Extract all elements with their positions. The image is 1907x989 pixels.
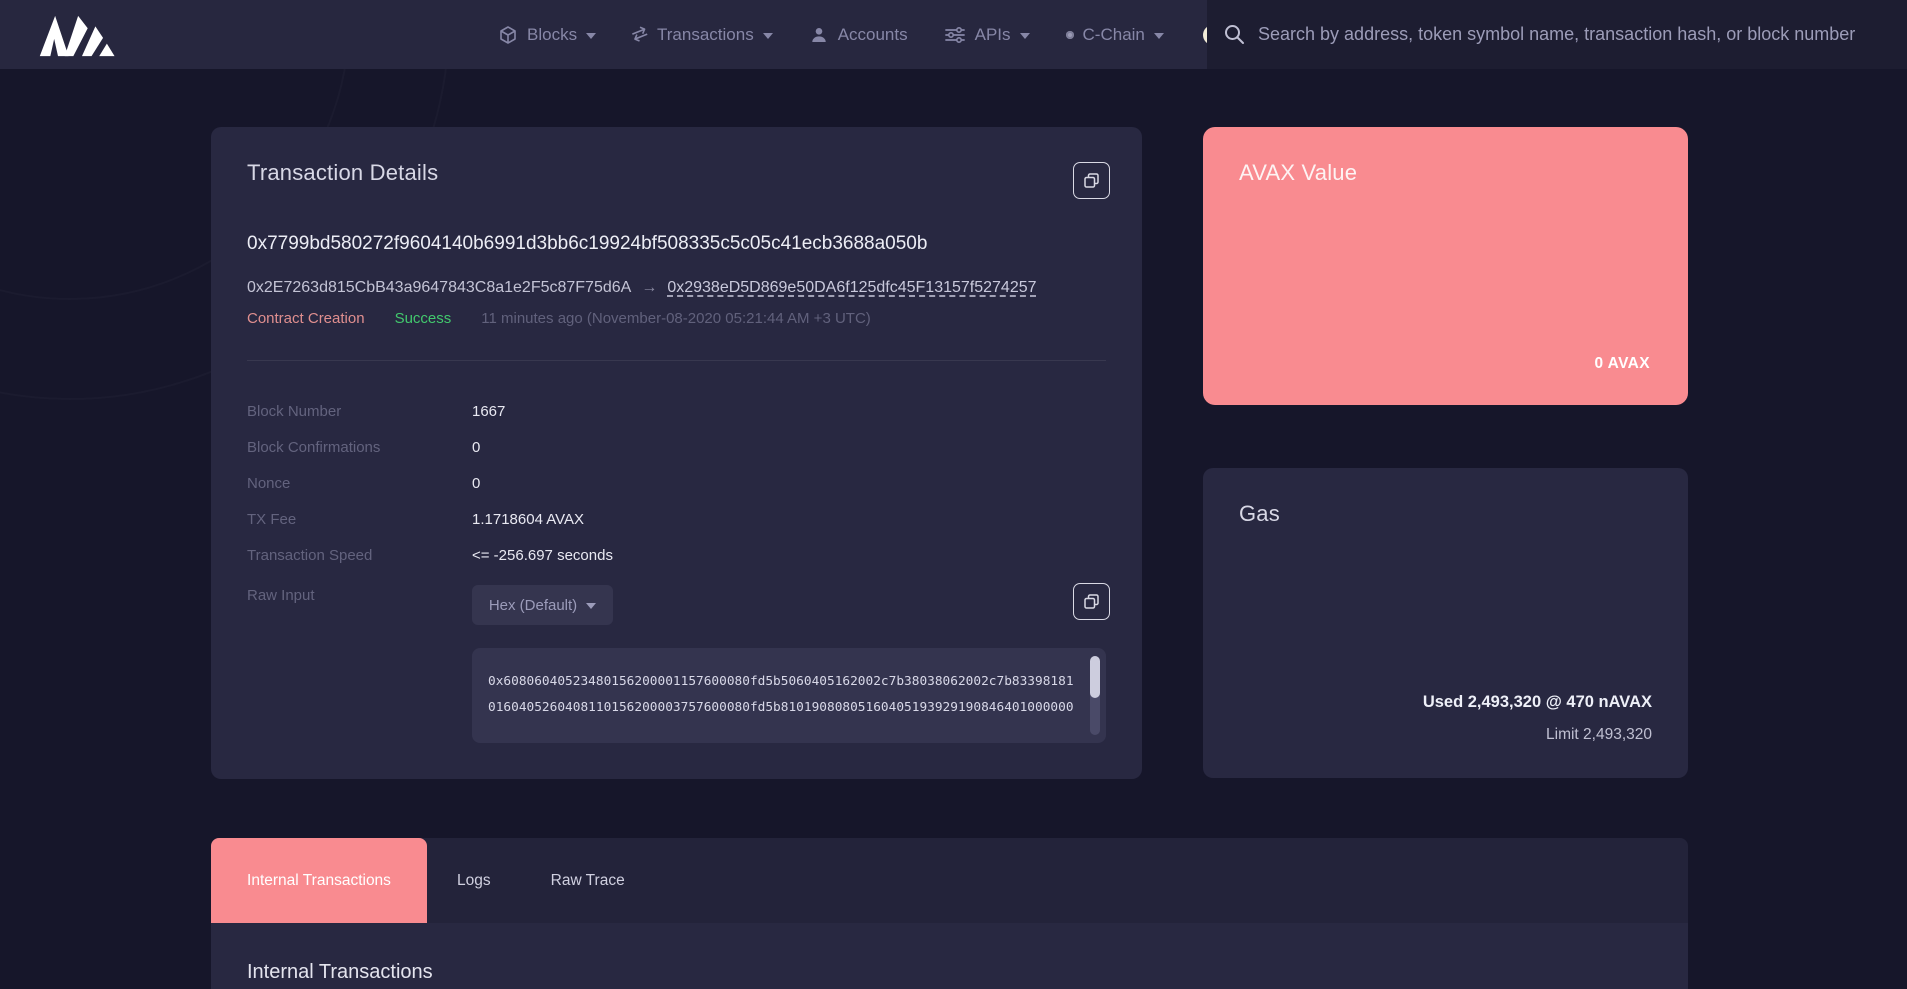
top-navbar: Blocks ⇄ Transactions Accounts	[0, 0, 1907, 69]
field-value: 1.1718604 AVAX	[472, 511, 584, 528]
gas-used-value: Used 2,493,320 @ 470 nAVAX	[1423, 693, 1652, 712]
avax-value-card: AVAX Value 0 AVAX	[1203, 127, 1688, 405]
nav-item-apis[interactable]: APIs	[944, 25, 1030, 45]
section-heading: Internal Transactions	[247, 961, 433, 984]
nav-label: Blocks	[527, 25, 577, 45]
status-row: Contract Creation Success 11 minutes ago…	[247, 310, 871, 327]
tab-bar: Internal Transactions Logs Raw Trace	[211, 838, 1688, 923]
chevron-down-icon	[586, 603, 596, 609]
chain-dot-icon	[1066, 31, 1074, 39]
chevron-down-icon	[763, 33, 773, 39]
field-row: Block Confirmations 0	[211, 439, 1142, 463]
nav-item-c-chain[interactable]: C-Chain	[1066, 25, 1164, 45]
field-row: TX Fee 1.1718604 AVAX	[211, 511, 1142, 535]
nav-label: Transactions	[657, 25, 754, 45]
gas-card: Gas Used 2,493,320 @ 470 nAVAX Limit 2,4…	[1203, 468, 1688, 778]
tab-panel: Internal Transactions	[211, 923, 1688, 989]
hex-line: 0x60806040523480156200001157600080fd5b50…	[488, 669, 1076, 695]
field-row: Nonce 0	[211, 475, 1142, 499]
field-value: <= -256.697 seconds	[472, 547, 613, 564]
nav-item-blocks[interactable]: Blocks	[498, 25, 596, 45]
field-label: TX Fee	[247, 511, 296, 528]
raw-input-hex-box[interactable]: 0x60806040523480156200001157600080fd5b50…	[472, 648, 1106, 743]
card-title: AVAX Value	[1239, 160, 1357, 186]
gas-limit-value: Limit 2,493,320	[1546, 726, 1652, 744]
nav-label: APIs	[975, 25, 1011, 45]
field-row: Transaction Speed <= -256.697 seconds	[211, 547, 1142, 571]
raw-input-label: Raw Input	[247, 587, 315, 604]
from-address: 0x2E7263d815CbB43a9647843C8a1e2F5c87F75d…	[247, 279, 631, 297]
hex-line: 0160405260408110156200003757600080fd5b81…	[488, 695, 1076, 721]
field-label: Transaction Speed	[247, 547, 372, 564]
bottom-tabs-section: Internal Transactions Logs Raw Trace Int…	[211, 838, 1688, 989]
sliders-icon	[944, 25, 966, 45]
to-address-link[interactable]: 0x2938eD5D869e50DA6f125dfc45F13157f52742…	[667, 279, 1036, 297]
copy-icon	[1083, 593, 1100, 610]
avax-value: 0 AVAX	[1594, 355, 1650, 373]
field-label: Nonce	[247, 475, 290, 492]
raw-input-format-value: Hex (Default)	[489, 597, 577, 614]
nav-item-accounts[interactable]: Accounts	[809, 25, 908, 45]
timestamp: 11 minutes ago (November-08-2020 05:21:4…	[481, 310, 871, 327]
search-input[interactable]	[1258, 24, 1907, 45]
field-label: Block Confirmations	[247, 439, 380, 456]
tab-raw-trace[interactable]: Raw Trace	[521, 838, 655, 923]
scrollbar-track[interactable]	[1090, 656, 1100, 735]
transaction-type-label: Contract Creation	[247, 310, 365, 327]
divider	[247, 360, 1106, 361]
person-icon	[809, 25, 829, 45]
chevron-down-icon	[586, 33, 596, 39]
field-value: 1667	[472, 403, 505, 420]
copy-icon	[1083, 172, 1100, 189]
field-value: 0	[472, 475, 480, 492]
field-row: Block Number 1667	[211, 403, 1142, 427]
nav-label: Accounts	[838, 25, 908, 45]
nav-item-transactions[interactable]: ⇄ Transactions	[632, 25, 773, 45]
search-bar	[1207, 0, 1907, 69]
page: Blocks ⇄ Transactions Accounts	[0, 0, 1907, 989]
tab-logs[interactable]: Logs	[427, 838, 521, 923]
transaction-hash: 0x7799bd580272f9604140b6991d3bb6c19924bf…	[247, 233, 927, 255]
transfer-arrows-icon: ⇄	[629, 23, 651, 47]
field-value: 0	[472, 439, 480, 456]
scrollbar-thumb[interactable]	[1090, 656, 1100, 698]
chevron-down-icon	[1154, 33, 1164, 39]
nav-menu: Blocks ⇄ Transactions Accounts	[498, 0, 1226, 69]
tab-internal-transactions[interactable]: Internal Transactions	[211, 838, 427, 923]
card-title: Gas	[1239, 501, 1280, 527]
card-title: Transaction Details	[247, 160, 438, 186]
chevron-down-icon	[1020, 33, 1030, 39]
search-icon	[1223, 23, 1246, 46]
arrow-right-icon: →	[641, 279, 657, 297]
transaction-details-card: Transaction Details 0x7799bd580272f96041…	[211, 127, 1142, 779]
status-badge: Success	[395, 310, 452, 327]
raw-input-format-select[interactable]: Hex (Default)	[472, 585, 613, 625]
field-row: Raw Input	[211, 587, 1142, 611]
avalanche-logo[interactable]	[37, 12, 125, 58]
nav-label: C-Chain	[1083, 25, 1145, 45]
field-label: Block Number	[247, 403, 341, 420]
copy-raw-input-button[interactable]	[1073, 583, 1110, 620]
address-row: 0x2E7263d815CbB43a9647843C8a1e2F5c87F75d…	[247, 279, 1037, 297]
copy-hash-button[interactable]	[1073, 162, 1110, 199]
cube-icon	[498, 25, 518, 45]
